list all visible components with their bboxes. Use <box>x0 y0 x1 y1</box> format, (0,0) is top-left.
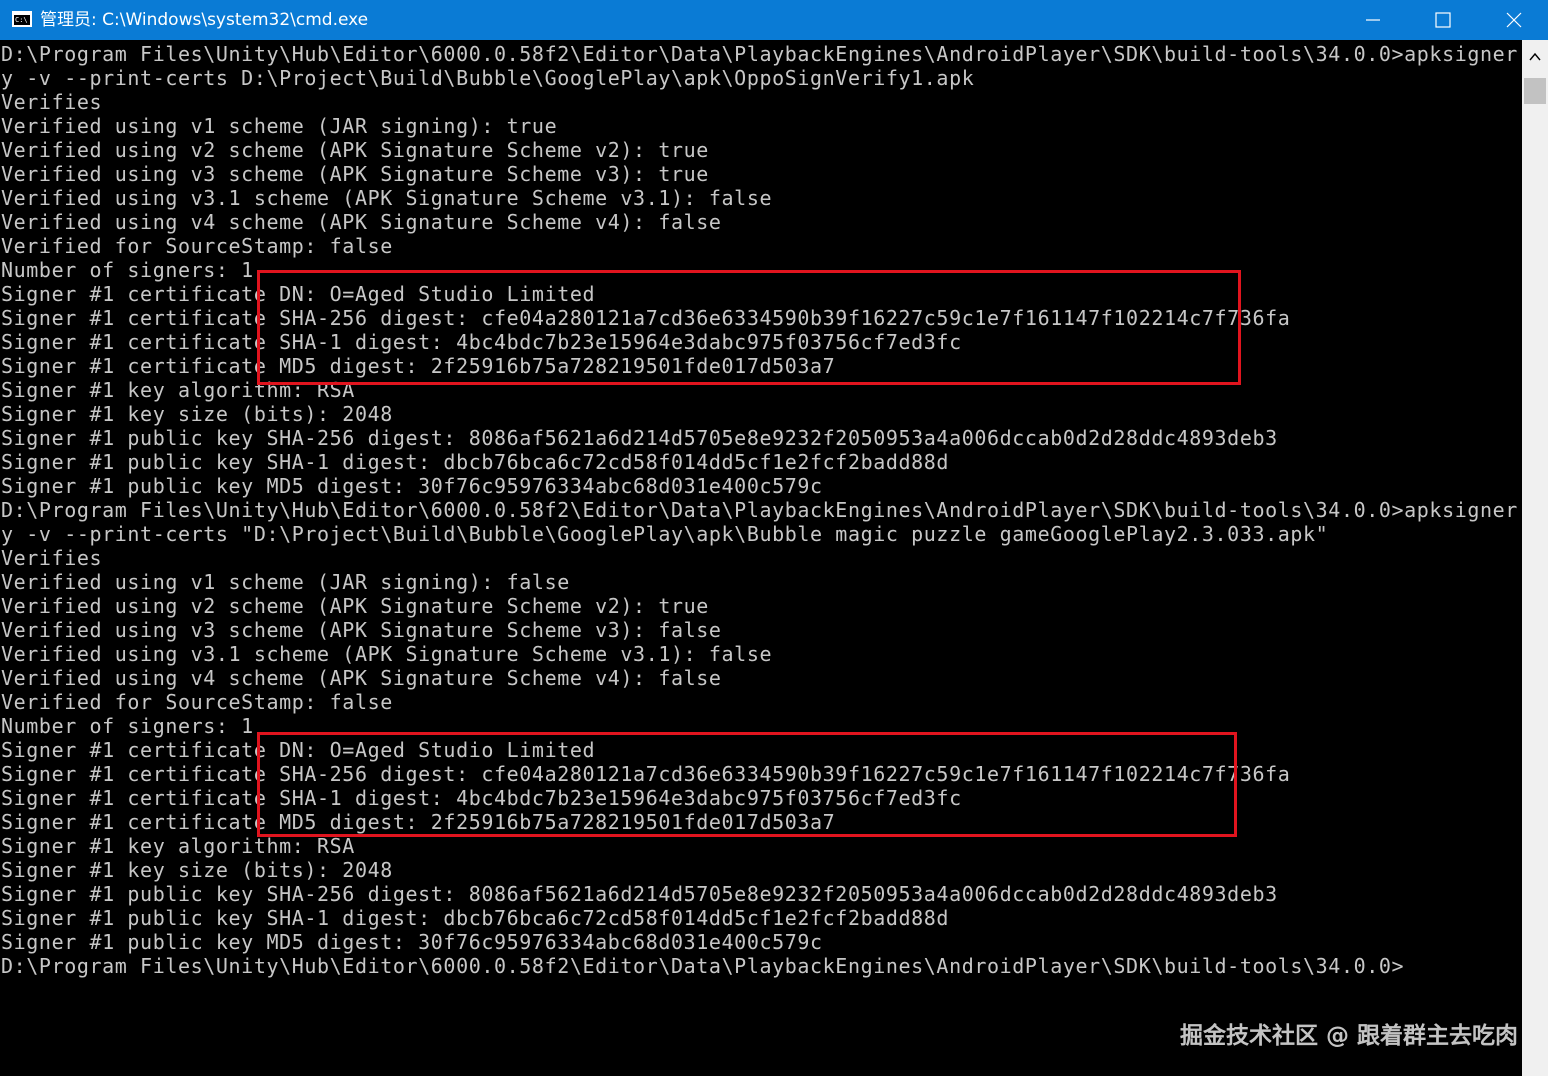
scroll-up-button[interactable] <box>1522 40 1548 74</box>
minimize-button[interactable] <box>1336 0 1408 40</box>
console-line: Signer #1 public key SHA-256 digest: 808… <box>1 882 1278 906</box>
window-title: 管理员: C:\Windows\system32\cmd.exe <box>40 10 369 30</box>
console-line: Verified using v3 scheme (APK Signature … <box>1 162 709 186</box>
close-icon <box>1506 12 1522 28</box>
console-output[interactable]: D:\Program Files\Unity\Hub\Editor\6000.0… <box>0 40 1522 1076</box>
maximize-icon <box>1435 12 1451 28</box>
console-line: Verifies <box>1 90 103 114</box>
console-line: Verified using v4 scheme (APK Signature … <box>1 210 722 234</box>
console-line: Signer #1 public key MD5 digest: 30f76c9… <box>1 474 823 498</box>
vertical-scrollbar[interactable] <box>1522 40 1548 1076</box>
console-line: Verified using v3 scheme (APK Signature … <box>1 618 722 642</box>
console-line: Verified using v1 scheme (JAR signing): … <box>1 114 558 138</box>
chevron-up-icon <box>1529 52 1541 61</box>
console-line: Verified for SourceStamp: false <box>1 690 393 714</box>
certificate-highlight-box <box>257 270 1241 385</box>
console-line: Verified using v3.1 scheme (APK Signatur… <box>1 186 773 210</box>
maximize-button[interactable] <box>1408 0 1480 40</box>
cmd-icon[interactable]: C:\ <box>12 11 32 27</box>
console-line: Verified using v4 scheme (APK Signature … <box>1 666 722 690</box>
title-bar[interactable]: C:\ 管理员: C:\Windows\system32\cmd.exe <box>0 0 1548 40</box>
cmd-window: C:\ 管理员: C:\Windows\system32\cmd.exe D:\… <box>0 0 1548 1076</box>
console-line: y -v --print-certs "D:\Project\Build\Bub… <box>1 522 1329 546</box>
console-line: Signer #1 public key SHA-256 digest: 808… <box>1 426 1278 450</box>
console-text[interactable]: D:\Program Files\Unity\Hub\Editor\6000.0… <box>0 40 1522 978</box>
console-line: Verified using v1 scheme (JAR signing): … <box>1 570 570 594</box>
console-line: D:\Program Files\Unity\Hub\Editor\6000.0… <box>1 954 1405 978</box>
console-line: Signer #1 public key SHA-1 digest: dbcb7… <box>1 906 950 930</box>
console-line: Verifies <box>1 546 103 570</box>
minimize-icon <box>1366 19 1380 21</box>
console-line: Signer #1 public key SHA-1 digest: dbcb7… <box>1 450 950 474</box>
console-line: Signer #1 key algorithm: RSA <box>1 834 355 858</box>
scrollbar-thumb[interactable] <box>1524 78 1546 104</box>
console-line: Verified using v2 scheme (APK Signature … <box>1 138 709 162</box>
console-line: Verified for SourceStamp: false <box>1 234 393 258</box>
console-line: Signer #1 key size (bits): 2048 <box>1 858 393 882</box>
certificate-highlight-box <box>257 732 1237 837</box>
console-line: Verified using v3.1 scheme (APK Signatur… <box>1 642 773 666</box>
console-line: D:\Program Files\Unity\Hub\Editor\6000.0… <box>1 42 1522 66</box>
console-line: Signer #1 key size (bits): 2048 <box>1 402 393 426</box>
console-line: Verified using v2 scheme (APK Signature … <box>1 594 709 618</box>
watermark: 掘金技术社区 @ 跟着群主去吃肉 <box>1179 1023 1518 1049</box>
console-line: D:\Program Files\Unity\Hub\Editor\6000.0… <box>1 498 1522 522</box>
console-line: Signer #1 public key MD5 digest: 30f76c9… <box>1 930 823 954</box>
close-button[interactable] <box>1478 0 1548 40</box>
console-line: y -v --print-certs D:\Project\Build\Bubb… <box>1 66 975 90</box>
